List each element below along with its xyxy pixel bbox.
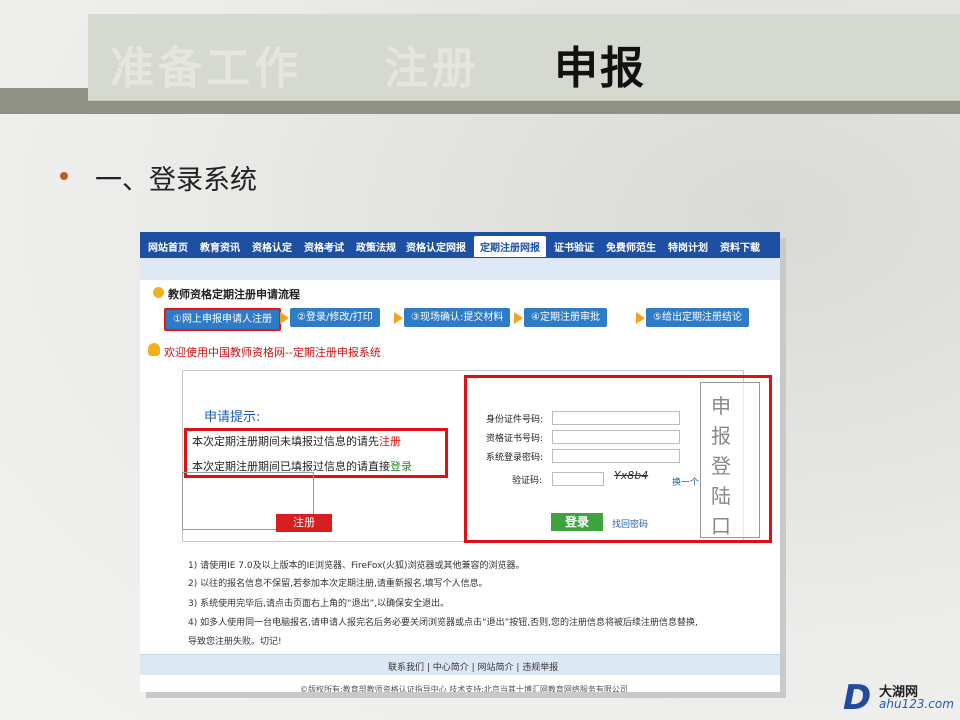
arrow-right-icon xyxy=(394,312,403,324)
site-logo: D 大湖网 ahu123.com xyxy=(843,678,955,718)
captcha-image: Yx8b4 xyxy=(614,469,649,482)
tip-new-text: 本次定期注册期间未填报过信息的请先 xyxy=(192,435,379,448)
step-4[interactable]: ④定期注册审批 xyxy=(524,308,607,327)
register-button[interactable]: 注册 xyxy=(276,514,332,532)
password-input[interactable] xyxy=(552,449,680,463)
nav-qual-online[interactable]: 资格认定网报 xyxy=(406,239,466,254)
logo-url: ahu123.com xyxy=(879,697,954,711)
tip-new: 本次定期注册期间未填报过信息的请先注册 xyxy=(192,433,401,449)
step-1[interactable]: ①网上申报申请人注册 xyxy=(164,308,281,331)
title-declare: 申报 xyxy=(554,43,646,94)
nav-free-teacher[interactable]: 免费师范生 xyxy=(606,239,656,254)
site-nav: 网站首页 教育资讯 资格认定 资格考试 政策法规 资格认定网报 定期注册网报 证… xyxy=(140,232,780,258)
nav-news[interactable]: 教育资讯 xyxy=(200,239,240,254)
login-link[interactable]: 登录 xyxy=(390,460,412,473)
annotation-text: 申报登陆口 xyxy=(711,394,731,538)
cert-number-input[interactable] xyxy=(552,430,680,444)
bullet-dot xyxy=(60,172,68,180)
nav-exam[interactable]: 资格考试 xyxy=(304,239,344,254)
section-heading: 一、登录系统 xyxy=(95,165,257,196)
id-number-input[interactable] xyxy=(552,411,680,425)
title-prepare: 准备工作 xyxy=(110,43,302,94)
arrow-right-icon xyxy=(280,312,289,324)
note-4: 4) 如多人使用同一台电脑报名,请申请人报完名后务必要关闭浏览器或点击“退出”按… xyxy=(188,618,698,628)
tips-title: 申请提示: xyxy=(204,410,261,425)
login-button[interactable]: 登录 xyxy=(551,513,603,531)
nav-policy[interactable]: 政策法规 xyxy=(356,239,396,254)
captcha-input[interactable] xyxy=(552,472,604,486)
note-3: 3) 系统使用完毕后,请点击页面右上角的“退出”,以确保安全退出。 xyxy=(188,599,450,609)
note-5: 导致您注册失败。切记! xyxy=(188,637,282,647)
nav-download[interactable]: 资料下载 xyxy=(720,239,760,254)
id-number-label: 身份证件号码: xyxy=(486,415,544,425)
clock-icon xyxy=(153,287,164,298)
website-screenshot: 网站首页 教育资讯 资格认定 资格考试 政策法规 资格认定网报 定期注册网报 证… xyxy=(140,232,780,692)
forgot-password-link[interactable]: 找回密码 xyxy=(612,517,648,530)
nav-home[interactable]: 网站首页 xyxy=(148,239,188,254)
nav-verify[interactable]: 证书验证 xyxy=(554,239,594,254)
annotation-vertical: 申报登陆口 xyxy=(700,382,760,538)
nav-periodic-register[interactable]: 定期注册网报 xyxy=(474,236,546,257)
password-label: 系统登录密码: xyxy=(486,453,544,463)
title-register: 注册 xyxy=(384,43,480,94)
cert-number-label: 资格证书号码: xyxy=(486,434,544,444)
captcha-label: 验证码: xyxy=(512,476,543,486)
arrow-right-icon xyxy=(514,312,523,324)
welcome-text: 欢迎使用中国教师资格网--定期注册申报系统 xyxy=(164,346,381,359)
refresh-captcha-link[interactable]: 换一个 xyxy=(672,475,699,488)
user-icon xyxy=(148,343,160,356)
note-2: 2) 以往的报名信息不保留,若参加本次定期注册,请重新报名,填写个人信息。 xyxy=(188,579,488,589)
nav-qualification[interactable]: 资格认定 xyxy=(252,239,292,254)
step-5[interactable]: ⑤给出定期注册结论 xyxy=(646,308,749,327)
nav-special-post[interactable]: 特岗计划 xyxy=(668,239,708,254)
arrow-right-icon xyxy=(636,312,645,324)
sub-bar xyxy=(140,258,780,280)
step-3[interactable]: ③现场确认:提交材料 xyxy=(404,308,511,327)
slide-title-box: 准备工作 注册 申报 xyxy=(88,14,960,100)
footer-copyright: ©版权所有:教育部教师资格认证指导中心 技术支持:北京当其十博汇网教育网络服务有… xyxy=(300,685,628,692)
step-2[interactable]: ②登录/修改/打印 xyxy=(290,308,380,327)
flow-title: 教师资格定期注册申请流程 xyxy=(168,288,300,301)
note-1: 1) 请使用IE 7.0及以上版本的IE浏览器、FireFox(火狐)浏览器或其… xyxy=(188,561,525,571)
register-link[interactable]: 注册 xyxy=(379,435,401,448)
logo-letter: D xyxy=(843,678,872,718)
footer-links[interactable]: 联系我们 | 中心简介 | 网站简介 | 违规举报 xyxy=(388,660,558,673)
